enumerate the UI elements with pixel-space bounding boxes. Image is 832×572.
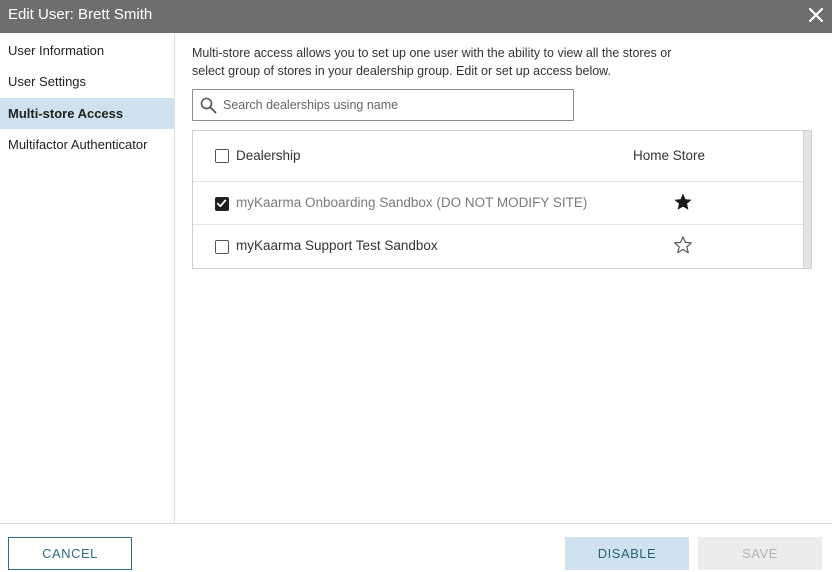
dialog-title: Edit User: Brett Smith (8, 6, 153, 23)
sidebar-item-label: User Settings (8, 74, 87, 89)
sidebar-item-multi-store-access[interactable]: Multi-store Access (0, 98, 174, 129)
search-box (192, 89, 574, 121)
description-text: Multi-store access allows you to set up … (192, 44, 712, 80)
table-header-row: Dealership Home Store (193, 131, 804, 182)
sidebar-item-user-information[interactable]: User Information (0, 35, 174, 66)
sidebar-item-multifactor-authenticator[interactable]: Multifactor Authenticator (0, 129, 174, 160)
row-checkbox[interactable] (215, 240, 229, 254)
table-row: myKaarma Onboarding Sandbox (DO NOT MODI… (193, 182, 804, 225)
search-icon (200, 97, 217, 114)
sidebar-item-label: User Information (8, 43, 105, 58)
close-icon[interactable] (807, 6, 825, 24)
dealership-name: myKaarma Support Test Sandbox (236, 238, 438, 253)
save-button[interactable]: SAVE (698, 537, 822, 570)
column-header-home-store: Home Store (633, 148, 706, 163)
sidebar-item-label: Multi-store Access (8, 106, 124, 121)
row-checkbox[interactable] (215, 197, 229, 211)
search-input[interactable] (223, 94, 563, 116)
sidebar-item-user-settings[interactable]: User Settings (0, 66, 174, 97)
description-line-1: Multi-store access allows you to set up … (192, 46, 672, 60)
cancel-button[interactable]: CANCEL (8, 537, 132, 570)
main-panel: Multi-store access allows you to set up … (176, 33, 832, 523)
dealership-table: Dealership Home Store myKaarma Onboardin… (192, 130, 812, 269)
select-all-checkbox[interactable] (215, 149, 229, 163)
dealership-name: myKaarma Onboarding Sandbox (DO NOT MODI… (236, 195, 588, 210)
table-scrollbar[interactable] (803, 131, 811, 268)
dialog-footer: CANCEL DISABLE SAVE (0, 523, 832, 572)
home-store-star-filled-icon[interactable] (673, 192, 693, 212)
home-store-star-outline-icon[interactable] (673, 235, 693, 255)
sidebar: User Information User Settings Multi-sto… (0, 33, 175, 523)
column-header-dealership: Dealership (236, 148, 301, 163)
sidebar-item-label: Multifactor Authenticator (8, 137, 148, 152)
dialog-titlebar: Edit User: Brett Smith (0, 0, 832, 33)
disable-button[interactable]: DISABLE (565, 537, 689, 570)
table-row: myKaarma Support Test Sandbox (193, 225, 804, 268)
description-line-2: select group of stores in your dealershi… (192, 64, 611, 78)
